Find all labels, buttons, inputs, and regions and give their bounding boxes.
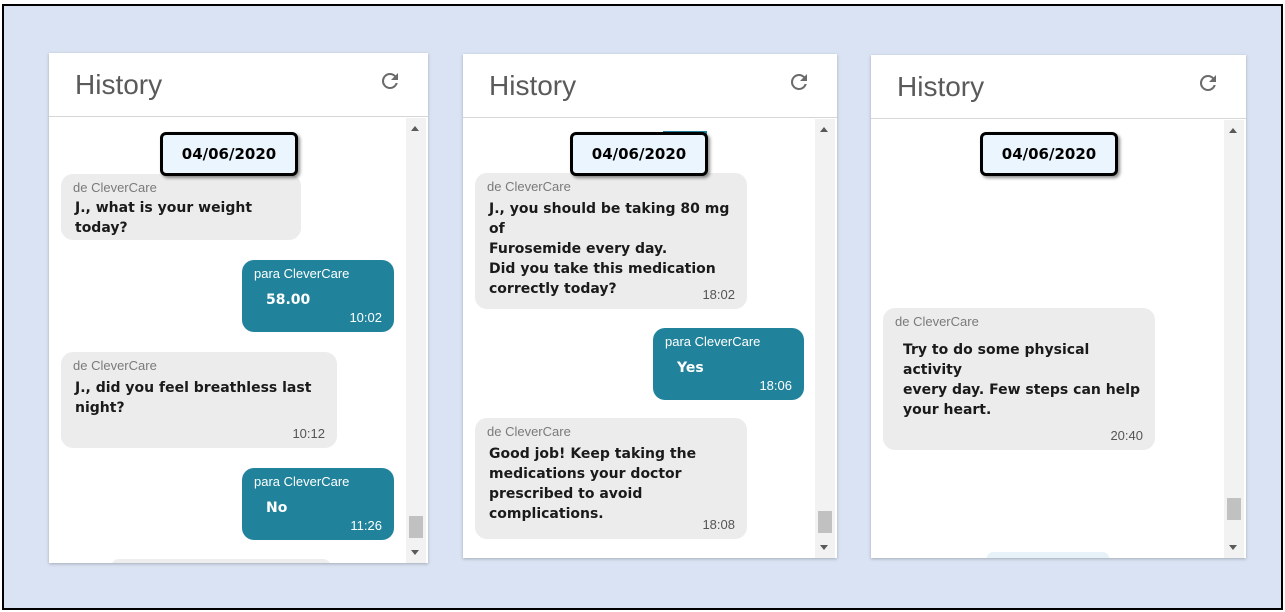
date-badge: 04/06/2020: [980, 132, 1118, 176]
message-text: No: [266, 500, 288, 516]
scroll-up-arrow-icon[interactable]: [411, 126, 419, 131]
message-incoming: de CleverCare J., you should be taking 8…: [475, 173, 747, 309]
refresh-icon[interactable]: [1196, 71, 1220, 95]
message-sender: de CleverCare: [487, 179, 571, 194]
scrollbar-thumb[interactable]: [818, 511, 832, 533]
message-text: Yes: [677, 360, 704, 376]
panel-header: History: [871, 55, 1246, 119]
message-text: J., you should be taking 80 mg of Furose…: [489, 201, 730, 297]
message-sender: de CleverCare: [895, 314, 979, 329]
message-text: J., did you feel breathless last night?: [75, 380, 312, 416]
message-time: 10:12: [292, 426, 325, 441]
message-sender: para CleverCare: [254, 474, 350, 489]
message-sender: de CleverCare: [73, 180, 157, 195]
message-sender: para CleverCare: [665, 334, 761, 349]
message-time: 10:02: [349, 310, 382, 325]
message-text: Good job! Keep taking the medications yo…: [489, 446, 697, 522]
refresh-icon[interactable]: [787, 70, 811, 94]
history-panel-3: History de CleverCare Try to do some phy…: [871, 55, 1246, 558]
message-text: 58.00: [266, 292, 311, 308]
message-time: 18:02: [702, 287, 735, 302]
panel-header: History: [463, 54, 837, 118]
next-message-peek: [111, 559, 331, 563]
scroll-down-arrow-icon[interactable]: [1229, 545, 1237, 550]
message-text: Try to do some physical activity every d…: [903, 342, 1141, 418]
panel-title: History: [489, 70, 577, 101]
date-badge: 04/06/2020: [160, 132, 298, 176]
scroll-up-arrow-icon[interactable]: [820, 127, 828, 132]
message-incoming: de CleverCare J., what is your weight to…: [61, 174, 301, 240]
message-time: 11:26: [350, 518, 382, 533]
message-outgoing: para CleverCare Yes 18:06: [653, 328, 804, 400]
refresh-icon[interactable]: [378, 69, 402, 93]
history-panel-1: History de CleverCare J., what is your w…: [49, 53, 428, 563]
scroll-down-arrow-icon[interactable]: [820, 545, 828, 550]
scroll-up-arrow-icon[interactable]: [1229, 128, 1237, 133]
date-badge: 04/06/2020: [570, 132, 708, 176]
message-time: 20:40: [1110, 428, 1143, 443]
message-sender: para CleverCare: [254, 266, 350, 281]
scrollbar[interactable]: [1224, 120, 1244, 558]
message-outgoing: para CleverCare No 11:26: [242, 468, 394, 540]
chat-history-list[interactable]: de CleverCare J., what is your weight to…: [49, 118, 428, 563]
message-time: 18:08: [702, 517, 735, 532]
scrollbar[interactable]: [406, 118, 426, 563]
message-incoming: de CleverCare J., did you feel breathles…: [61, 352, 337, 448]
message-sender: de CleverCare: [487, 424, 571, 439]
chat-history-list[interactable]: de CleverCare J., you should be taking 8…: [463, 119, 837, 558]
next-message-peek: [987, 552, 1109, 558]
scrollbar-thumb[interactable]: [1227, 498, 1241, 520]
message-outgoing: para CleverCare 58.00 10:02: [242, 260, 394, 332]
message-time: 18:06: [759, 378, 792, 393]
message-sender: de CleverCare: [73, 358, 157, 373]
panel-header: History: [49, 53, 428, 117]
chat-history-list[interactable]: de CleverCare Try to do some physical ac…: [871, 120, 1246, 558]
history-panel-2: History de CleverCare J., you should be …: [463, 54, 837, 558]
scrollbar-thumb[interactable]: [409, 516, 423, 538]
message-text: J., what is your weight today?: [75, 200, 253, 236]
scroll-down-arrow-icon[interactable]: [411, 550, 419, 555]
message-incoming: de CleverCare Good job! Keep taking the …: [475, 418, 747, 539]
message-incoming: de CleverCare Try to do some physical ac…: [883, 308, 1155, 450]
panel-title: History: [75, 69, 163, 100]
panel-title: History: [897, 71, 985, 102]
scrollbar[interactable]: [815, 119, 835, 558]
